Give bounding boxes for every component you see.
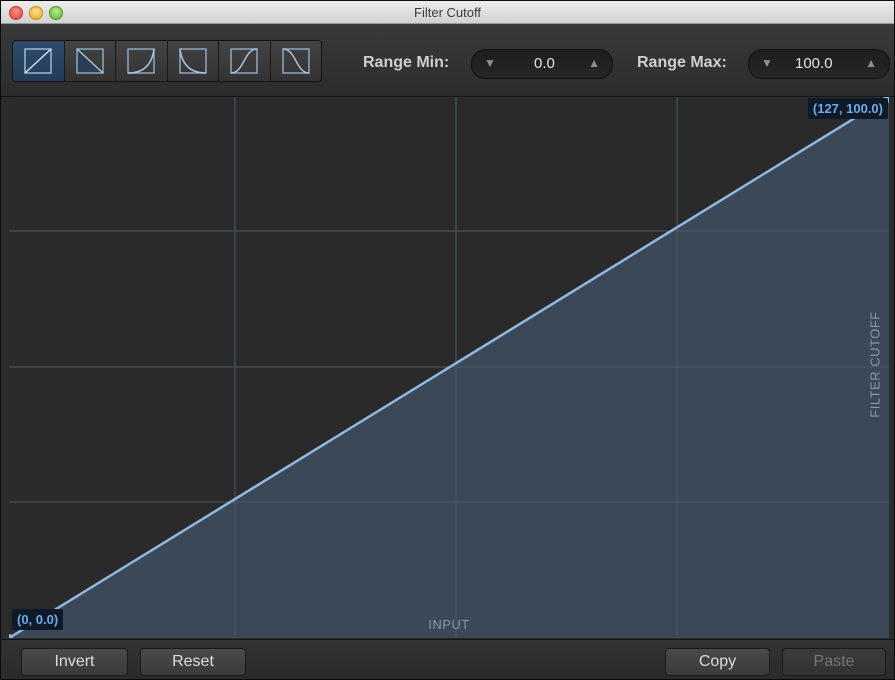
exp-down-curve-button[interactable] (167, 41, 219, 81)
range-min-value[interactable]: 0.0 (534, 55, 555, 72)
invert-button[interactable]: Invert (21, 648, 128, 676)
range-min-label: Range Min: (363, 54, 450, 71)
linear-up-curve-button[interactable] (13, 41, 65, 81)
curve-graph[interactable]: (0, 0.0) (127, 100.0) INPUT FILTER CUTOF… (9, 97, 889, 638)
title-bar: Filter Cutoff (1, 1, 894, 24)
curve-type-selector (12, 40, 322, 82)
bottom-bar: Invert Reset Copy Paste (1, 639, 894, 679)
decrement-arrow-icon[interactable]: ▼ (484, 56, 496, 70)
range-max-stepper[interactable]: ▼ 100.0 ▲ (748, 49, 890, 79)
y-axis-label: FILTER CUTOFF (867, 311, 883, 418)
s-curve-down-button[interactable] (270, 41, 321, 81)
copy-button[interactable]: Copy (665, 648, 770, 676)
filter-cutoff-window: Filter Cutoff Range Min: ▼ 0.0 ▲ Range M… (0, 0, 895, 680)
paste-button[interactable]: Paste (782, 648, 886, 676)
end-point-label: (127, 100.0) (807, 98, 888, 119)
curve-canvas (9, 97, 889, 638)
increment-arrow-icon[interactable]: ▲ (865, 56, 877, 70)
linear-down-curve-button[interactable] (64, 41, 116, 81)
s-curve-up-icon (230, 48, 258, 74)
toolbar: Range Min: ▼ 0.0 ▲ Range Max: ▼ 100.0 ▲ (1, 24, 894, 97)
range-min-stepper[interactable]: ▼ 0.0 ▲ (471, 49, 613, 79)
decrement-arrow-icon[interactable]: ▼ (761, 56, 773, 70)
window-title: Filter Cutoff (414, 5, 481, 20)
reset-button[interactable]: Reset (140, 648, 246, 676)
exp-up-curve-icon (127, 48, 155, 74)
increment-arrow-icon[interactable]: ▲ (588, 56, 600, 70)
s-curve-up-button[interactable] (219, 41, 271, 81)
linear-down-curve-icon (76, 48, 104, 74)
s-curve-down-icon (282, 48, 310, 74)
linear-up-curve-icon (24, 48, 52, 74)
exp-up-curve-button[interactable] (116, 41, 168, 81)
x-axis-label: INPUT (428, 617, 470, 632)
exp-down-curve-icon (179, 48, 207, 74)
range-max-value[interactable]: 100.0 (795, 55, 833, 72)
range-max-label: Range Max: (637, 54, 727, 71)
